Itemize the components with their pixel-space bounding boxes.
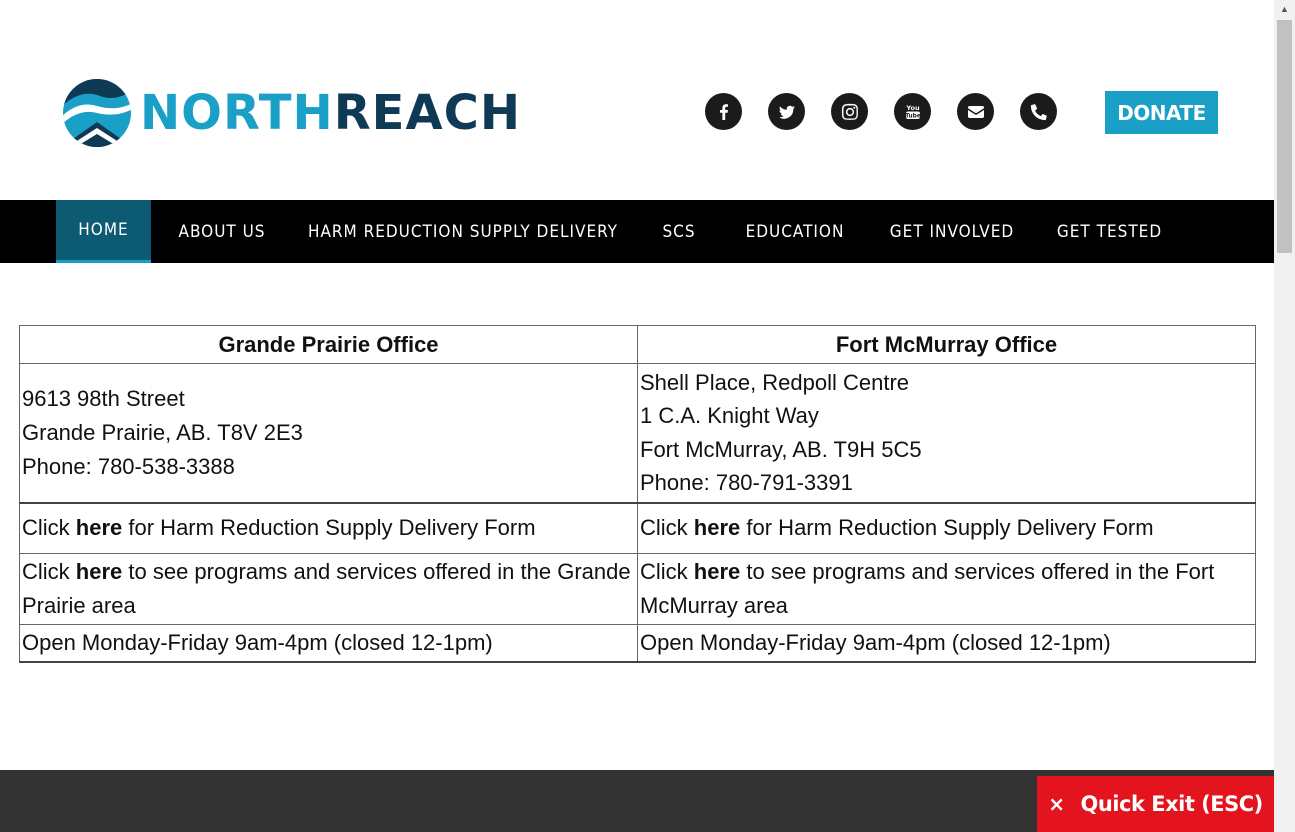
svg-text:You: You xyxy=(905,104,920,112)
nav-scs[interactable]: SCS xyxy=(650,200,708,263)
grande-prairie-office-heading: Grande Prairie Office xyxy=(19,325,638,364)
phone-icon[interactable] xyxy=(1020,93,1057,130)
nav-get-involved[interactable]: GET INVOLVED xyxy=(880,200,1024,263)
twitter-icon[interactable] xyxy=(768,93,805,130)
quick-exit-label: Quick Exit (ESC) xyxy=(1080,792,1264,816)
table-header-row: Grande Prairie Office Fort McMurray Offi… xyxy=(19,325,1256,364)
facebook-icon[interactable] xyxy=(705,93,742,130)
grande-prairie-programs-cell: Click here to see programs and services … xyxy=(19,553,638,625)
grande-prairie-hours: Open Monday-Friday 9am-4pm (closed 12-1p… xyxy=(19,624,638,663)
address-line: 9613 98th Street xyxy=(22,386,185,412)
email-icon[interactable] xyxy=(957,93,994,130)
fm-programs-here-link[interactable]: here xyxy=(694,559,740,584)
address-row: 9613 98th Street Grande Prairie, AB. T8V… xyxy=(19,363,1256,504)
address-line: Grande Prairie, AB. T8V 2E3 xyxy=(22,419,303,445)
donate-button[interactable]: DONATE xyxy=(1105,91,1218,134)
hours-row: Open Monday-Friday 9am-4pm (closed 12-1p… xyxy=(19,624,1256,663)
mountain-logo-icon xyxy=(63,79,131,147)
instagram-icon[interactable] xyxy=(831,93,868,130)
form-link-row: Click here for Harm Reduction Supply Del… xyxy=(19,502,1256,554)
brand-name-north: NORTH xyxy=(140,85,334,141)
fort-mcmurray-office-heading: Fort McMurray Office xyxy=(637,325,1256,364)
form-text: for Harm Reduction Supply Delivery Form xyxy=(122,515,536,541)
gp-form-here-link[interactable]: here xyxy=(76,515,122,540)
fort-mcmurray-hours: Open Monday-Friday 9am-4pm (closed 12-1p… xyxy=(637,624,1256,663)
nav-harm-reduction-supply-delivery[interactable]: HARM REDUCTION SUPPLY DELIVERY xyxy=(302,200,624,263)
nav-home[interactable]: HOME xyxy=(56,200,151,263)
nav-education[interactable]: EDUCATION xyxy=(735,200,855,263)
main-nav: HOME ABOUT US HARM REDUCTION SUPPLY DELI… xyxy=(0,200,1274,263)
phone-line: Phone: 780-791-3391 xyxy=(640,470,853,496)
fort-mcmurray-form-cell: Click here for Harm Reduction Supply Del… xyxy=(637,502,1256,554)
youtube-icon[interactable]: You Tube xyxy=(894,93,931,130)
click-text: Click xyxy=(22,515,70,541)
brand-name: NORTHREACH xyxy=(140,89,521,137)
phone-line: Phone: 780-538-3388 xyxy=(22,453,235,479)
quick-exit-button[interactable]: × Quick Exit (ESC) xyxy=(1037,776,1274,832)
programs-link-row: Click here to see programs and services … xyxy=(19,553,1256,625)
form-text: for Harm Reduction Supply Delivery Form xyxy=(740,515,1154,541)
address-line: Fort McMurray, AB. T9H 5C5 xyxy=(640,436,922,462)
grande-prairie-address: 9613 98th Street Grande Prairie, AB. T8V… xyxy=(19,363,638,504)
scroll-up-arrow-icon[interactable]: ▲ xyxy=(1274,0,1295,17)
northreach-logo[interactable]: NORTHREACH xyxy=(60,78,521,148)
gp-programs-here-link[interactable]: here xyxy=(76,559,122,584)
click-text: Click xyxy=(640,559,688,585)
social-links: You Tube xyxy=(705,93,1057,130)
scrollbar[interactable]: ▲ xyxy=(1274,0,1295,832)
fort-mcmurray-address: Shell Place, Redpoll Centre 1 C.A. Knigh… xyxy=(637,363,1256,504)
svg-text:Tube: Tube xyxy=(905,113,921,119)
click-text: Click xyxy=(640,515,688,541)
close-icon: × xyxy=(1048,792,1065,816)
address-line: Shell Place, Redpoll Centre xyxy=(640,369,910,395)
scrollbar-thumb[interactable] xyxy=(1277,20,1292,253)
grande-prairie-form-cell: Click here for Harm Reduction Supply Del… xyxy=(19,502,638,554)
fort-mcmurray-programs-cell: Click here to see programs and services … xyxy=(637,553,1256,625)
nav-about-us[interactable]: ABOUT US xyxy=(166,200,278,263)
nav-get-tested[interactable]: GET TESTED xyxy=(1049,200,1170,263)
brand-name-reach: REACH xyxy=(333,85,521,141)
click-text: Click xyxy=(22,559,70,585)
offices-table: Grande Prairie Office Fort McMurray Offi… xyxy=(19,325,1256,663)
site-header: NORTHREACH You Tube DONATE xyxy=(0,0,1274,200)
fm-form-here-link[interactable]: here xyxy=(694,515,740,540)
address-line: 1 C.A. Knight Way xyxy=(640,403,819,429)
